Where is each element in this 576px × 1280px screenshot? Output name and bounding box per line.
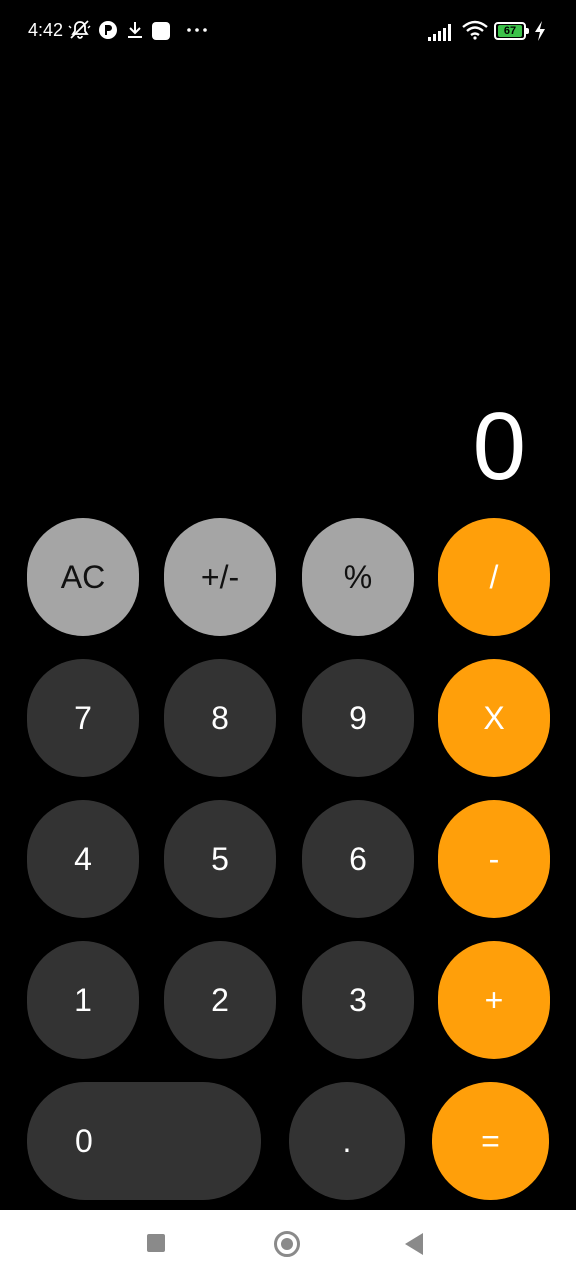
digit-6-button[interactable]: 6 [302, 800, 414, 918]
battery-level: 67 [498, 25, 522, 37]
charging-icon [535, 21, 545, 41]
app-notification-icon [99, 21, 117, 39]
digit-3-button[interactable]: 3 [302, 941, 414, 1059]
decimal-button[interactable]: . [289, 1082, 405, 1200]
digit-8-button[interactable]: 8 [164, 659, 276, 777]
navigation-bar [0, 1210, 576, 1280]
equals-button[interactable]: = [432, 1082, 549, 1200]
result-display: 0 [472, 393, 526, 500]
recent-apps-icon[interactable] [147, 1234, 165, 1252]
more-icon [187, 28, 207, 32]
subtract-button[interactable]: - [438, 800, 550, 918]
wifi-icon [462, 20, 488, 40]
mute-icon [68, 20, 91, 39]
divide-button[interactable]: / [438, 518, 550, 636]
toggle-sign-button[interactable]: +/- [164, 518, 276, 636]
battery-icon: 67 [494, 22, 532, 40]
digit-1-button[interactable]: 1 [27, 941, 139, 1059]
digit-4-button[interactable]: 4 [27, 800, 139, 918]
status-bar: 4:42 67 [0, 0, 576, 62]
digit-9-button[interactable]: 9 [302, 659, 414, 777]
download-icon [128, 22, 142, 38]
home-icon[interactable] [274, 1231, 300, 1257]
calculator-screen: 4:42 67 0 AC +/- % / 7 8 9 X 4 5 6 - 1 2… [0, 0, 576, 1280]
digit-5-button[interactable]: 5 [164, 800, 276, 918]
battery-nub [526, 28, 529, 34]
back-icon[interactable] [405, 1233, 423, 1255]
digit-2-button[interactable]: 2 [164, 941, 276, 1059]
square-notification-icon [152, 22, 170, 40]
percent-button[interactable]: % [302, 518, 414, 636]
home-icon-dot [281, 1238, 293, 1250]
digit-7-button[interactable]: 7 [27, 659, 139, 777]
add-button[interactable]: + [438, 941, 550, 1059]
signal-icon [428, 24, 451, 41]
multiply-button[interactable]: X [438, 659, 550, 777]
clear-button[interactable]: AC [27, 518, 139, 636]
status-time: 4:42 [28, 20, 64, 40]
digit-0-button[interactable]: 0 [27, 1082, 261, 1200]
